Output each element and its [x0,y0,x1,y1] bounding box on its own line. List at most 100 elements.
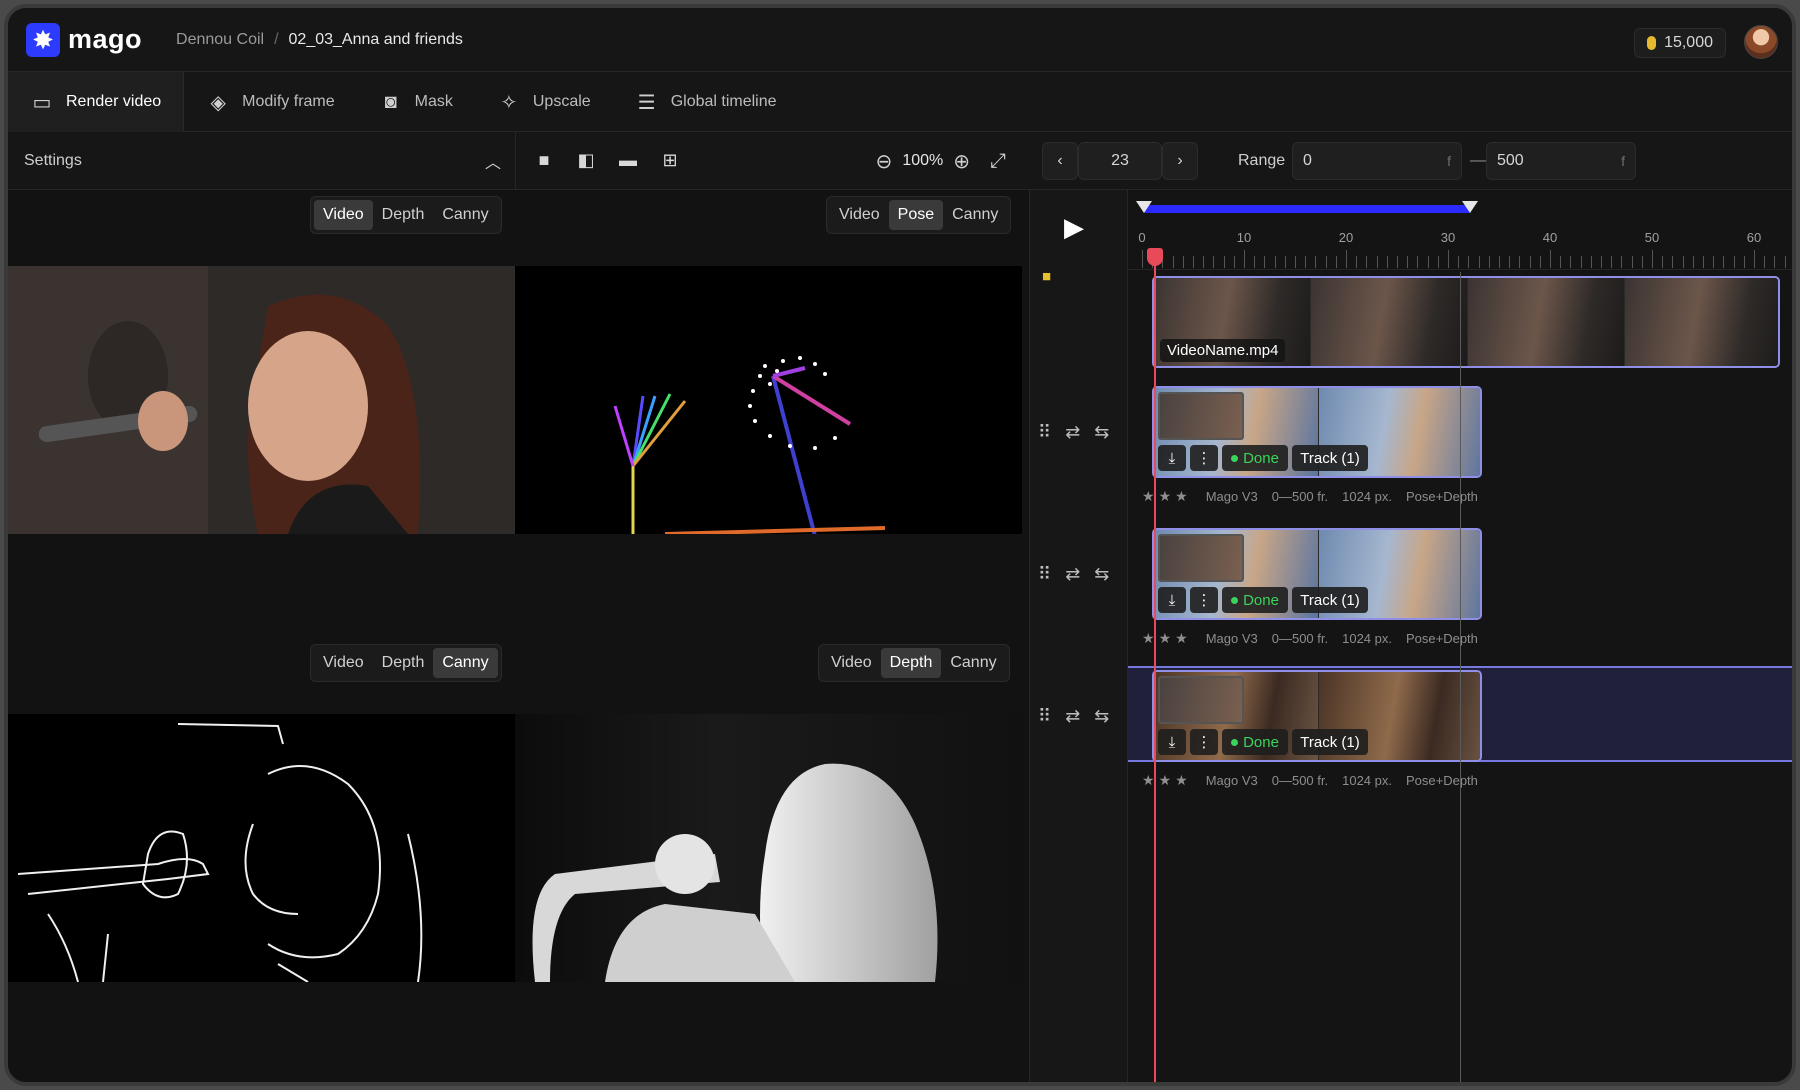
track-3-clip[interactable]: ⤓ ⋮ Done Track (1) [1152,670,1482,762]
tab-depth[interactable]: Depth [373,200,434,230]
timeline-scrollbar[interactable] [1794,290,1796,380]
avatar[interactable] [1744,25,1778,59]
canny-preview[interactable] [8,714,515,982]
play-icon[interactable]: ▶ [1064,212,1084,243]
settings-title: Settings [24,151,82,169]
tab-canny[interactable]: Canny [433,200,497,230]
prev-frame-button[interactable]: ‹ [1042,142,1078,180]
playhead-handle[interactable] [1147,248,1163,266]
tab-video[interactable]: Video [822,648,881,678]
next-frame-button[interactable]: › [1162,142,1198,180]
ruler-tick [1488,256,1490,268]
nav-label: Upscale [532,93,591,110]
zoom-in-icon[interactable]: ⊕ [953,149,970,174]
star-icon[interactable]: ★ [1159,630,1172,647]
track-label[interactable]: Track (1) [1292,445,1368,471]
ruler-tick [1692,256,1694,268]
replace-video-icon[interactable]: ⇆ [1094,706,1109,727]
credits-badge[interactable]: 15,000 [1634,28,1726,58]
ruler-tick [1274,256,1276,268]
swap-icon[interactable]: ⇄ [1065,564,1080,585]
range-end-handle[interactable] [1462,201,1478,213]
nav-modify-frame[interactable]: ◈ Modify frame [184,72,356,132]
track-label[interactable]: Track (1) [1292,729,1368,755]
star-icon[interactable]: ★ [1175,488,1188,505]
ruler-tick [1478,256,1480,268]
tab-depth[interactable]: Depth [880,648,942,678]
zoom-out-icon[interactable]: ⊖ [876,149,893,174]
tab-pose[interactable]: Pose [888,200,944,230]
replace-video-icon[interactable]: ⇆ [1094,564,1109,585]
ruler-tick [1427,256,1429,268]
timeline-ruler[interactable]: 0 10 20 30 40 50 60 [1128,190,1792,270]
frame-input[interactable]: 23 [1078,142,1162,180]
tab-video[interactable]: Video [314,200,373,230]
download-icon[interactable]: ⤓ [1158,445,1186,471]
coin-icon [1647,36,1657,50]
tab-canny[interactable]: Canny [943,200,1007,230]
depth-preview[interactable] [515,714,1022,982]
drag-handle-icon[interactable]: ⠿ [1038,422,1051,443]
star-icon[interactable]: ★ [1159,772,1172,789]
layout-split-icon[interactable]: ◧ [572,147,600,175]
tab-canny[interactable]: Canny [433,648,498,678]
ruler-tick [1233,256,1235,268]
star-icon[interactable]: ★ [1175,772,1188,789]
track-3-row-icons: ⠿ ⇄ ⇆ [1038,706,1123,727]
star-icon[interactable]: ★ [1142,772,1155,789]
replace-video-icon[interactable]: ⇆ [1094,422,1109,443]
track-label[interactable]: Track (1) [1292,587,1368,613]
range-end-input[interactable]: 500 f [1486,142,1636,180]
track-1-clip[interactable]: ⤓ ⋮ Done Track (1) [1152,386,1482,478]
range-start-input[interactable]: 0 f [1292,142,1462,180]
swap-icon[interactable]: ⇄ [1065,706,1080,727]
nav-render-video[interactable]: ▭ Render video [8,72,185,132]
star-icon[interactable]: ★ [1142,488,1155,505]
chevron-up-icon[interactable]: ︿ [485,149,501,173]
settings-header[interactable]: Settings ︿ [8,132,516,190]
range-bar[interactable] [1144,205,1470,213]
ruler-tick [1509,256,1511,268]
video-preview[interactable] [8,266,515,534]
layout-double-icon[interactable]: ▬ [614,147,642,175]
star-icon[interactable]: ★ [1159,488,1172,505]
layout-single-icon[interactable]: ■ [530,147,558,175]
tab-canny[interactable]: Canny [941,648,1005,678]
star-icon[interactable]: ★ [1142,630,1155,647]
ruler-tick [1244,250,1245,268]
more-icon[interactable]: ⋮ [1190,729,1218,755]
pose-skeleton [613,356,886,534]
track-2-clip[interactable]: ⤓ ⋮ Done Track (1) [1152,528,1482,620]
playhead[interactable] [1147,248,1163,1082]
layout-grid-icon[interactable]: ⊞ [656,147,684,175]
fullscreen-icon[interactable]: ⤢ [990,150,1006,173]
tick-label: 20 [1338,230,1354,245]
star-icon[interactable]: ★ [1175,630,1188,647]
download-icon[interactable]: ⤓ [1158,587,1186,613]
ruler-tick [1203,256,1205,268]
drag-handle-icon[interactable]: ⠿ [1038,564,1051,585]
tab-video[interactable]: Video [830,200,889,230]
swap-icon[interactable]: ⇄ [1065,422,1080,443]
tab-depth[interactable]: Depth [373,648,434,678]
source-clip[interactable]: VideoName.mp4 [1152,276,1780,368]
breadcrumb-project[interactable]: Dennou Coil [176,31,264,49]
nav-mask[interactable]: ◙ Mask [357,72,475,132]
range-start-handle[interactable] [1136,201,1152,213]
ruler-tick [1193,256,1194,268]
nav-global-timeline[interactable]: ☰ Global timeline [613,72,799,132]
nav-upscale[interactable]: ✧ Upscale [475,72,613,132]
timeline-icon: ☰ [637,91,656,114]
ruler-tick [1743,256,1745,268]
ruler-tick [1703,256,1704,268]
logo[interactable]: ✸ mago [26,22,142,57]
tab-video[interactable]: Video [314,648,373,678]
drag-handle-icon[interactable]: ⠿ [1038,706,1051,727]
ruler-tick [1417,256,1419,268]
chevron-right-icon: › [1177,152,1183,169]
download-icon[interactable]: ⤓ [1158,729,1186,755]
more-icon[interactable]: ⋮ [1190,587,1218,613]
pose-preview[interactable] [515,266,1022,534]
ruler-tick [1601,256,1602,268]
more-icon[interactable]: ⋮ [1190,445,1218,471]
